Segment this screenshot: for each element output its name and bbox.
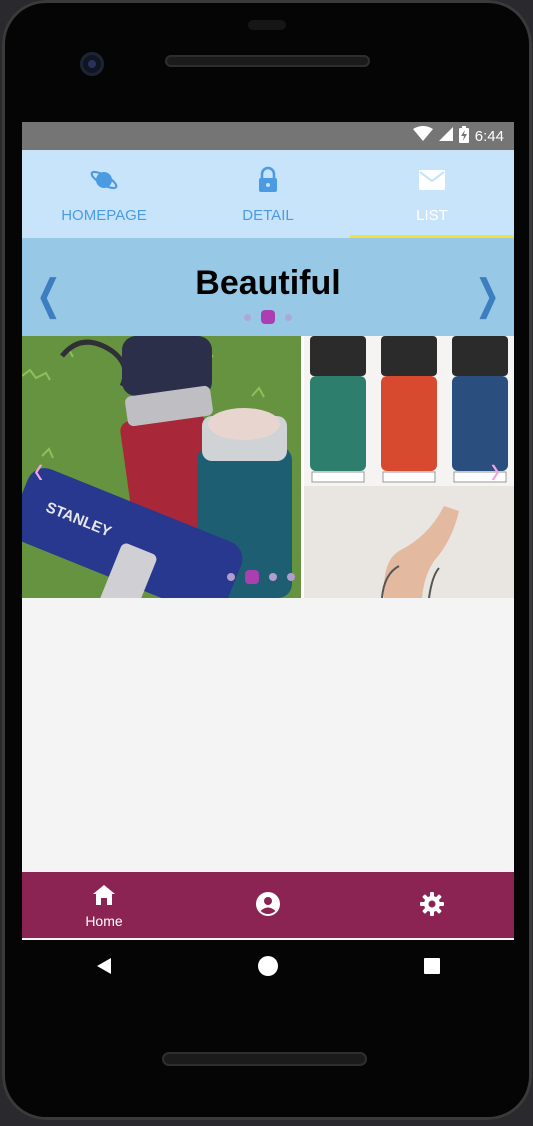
tab-homepage[interactable]: HOMEPAGE xyxy=(22,150,186,238)
bottom-nav-settings[interactable] xyxy=(350,891,514,920)
banner-dot-active[interactable] xyxy=(261,310,275,324)
text-banner: ❮ Beautiful ❯ xyxy=(22,238,514,336)
tab-label-list: LIST xyxy=(416,206,448,224)
bottom-nav-profile[interactable] xyxy=(186,891,350,920)
home-icon xyxy=(91,882,117,911)
banner-pagination xyxy=(22,310,514,324)
system-recents-button[interactable] xyxy=(412,948,452,988)
tab-list[interactable]: LIST xyxy=(350,150,514,238)
phone-frame: 6:44 HOMEPAGE DETAIL LIST ❮ Beautiful ❯ … xyxy=(2,0,532,1120)
banner-dot[interactable] xyxy=(244,313,251,321)
lock-icon xyxy=(253,165,283,199)
content-area xyxy=(22,598,514,872)
carousel-next-button[interactable]: › xyxy=(491,448,500,493)
mail-icon xyxy=(417,165,447,199)
app-screen: 6:44 HOMEPAGE DETAIL LIST ❮ Beautiful ❯ … xyxy=(22,122,514,940)
carousel-image-bottles-on-grass: STANLEY xyxy=(22,336,301,598)
carousel-dot[interactable] xyxy=(287,573,295,581)
system-navigation-bar xyxy=(22,940,514,996)
gear-icon xyxy=(419,891,445,920)
account-circle-icon xyxy=(255,891,281,920)
cellular-signal-icon xyxy=(438,126,453,146)
carousel-dot[interactable] xyxy=(269,573,277,581)
image-carousel: STANLEY ‹ › xyxy=(22,336,514,598)
tab-label-homepage: HOMEPAGE xyxy=(61,206,147,224)
status-time: 6:44 xyxy=(474,127,504,145)
bottom-speaker xyxy=(162,1052,367,1066)
banner-title: Beautiful xyxy=(195,263,341,302)
tab-label-detail: DETAIL xyxy=(242,206,294,224)
bottom-nav-home-label: Home xyxy=(85,912,123,929)
planet-icon xyxy=(89,165,119,199)
bottom-nav-bar: Home xyxy=(22,872,514,938)
bottom-nav-home[interactable]: Home xyxy=(22,882,186,929)
recents-square-icon xyxy=(422,956,442,981)
status-bar: 6:44 xyxy=(22,122,514,150)
system-back-button[interactable] xyxy=(84,948,124,988)
carousel-image-bottle-lineup xyxy=(301,336,514,598)
home-circle-icon xyxy=(257,955,279,982)
front-camera xyxy=(80,52,104,76)
sensor-slot xyxy=(248,20,286,30)
battery-icon xyxy=(458,125,469,147)
back-triangle-icon xyxy=(94,956,114,981)
earpiece-speaker xyxy=(165,55,370,67)
system-home-button[interactable] xyxy=(248,948,288,988)
banner-dot[interactable] xyxy=(285,313,292,321)
top-tab-bar: HOMEPAGE DETAIL LIST xyxy=(22,150,514,238)
carousel-pagination xyxy=(227,570,295,584)
carousel-dot-active[interactable] xyxy=(245,570,259,584)
carousel-prev-button[interactable]: ‹ xyxy=(34,448,43,493)
carousel-dot[interactable] xyxy=(227,573,235,581)
wifi-icon xyxy=(412,126,433,146)
tab-detail[interactable]: DETAIL xyxy=(186,150,350,238)
